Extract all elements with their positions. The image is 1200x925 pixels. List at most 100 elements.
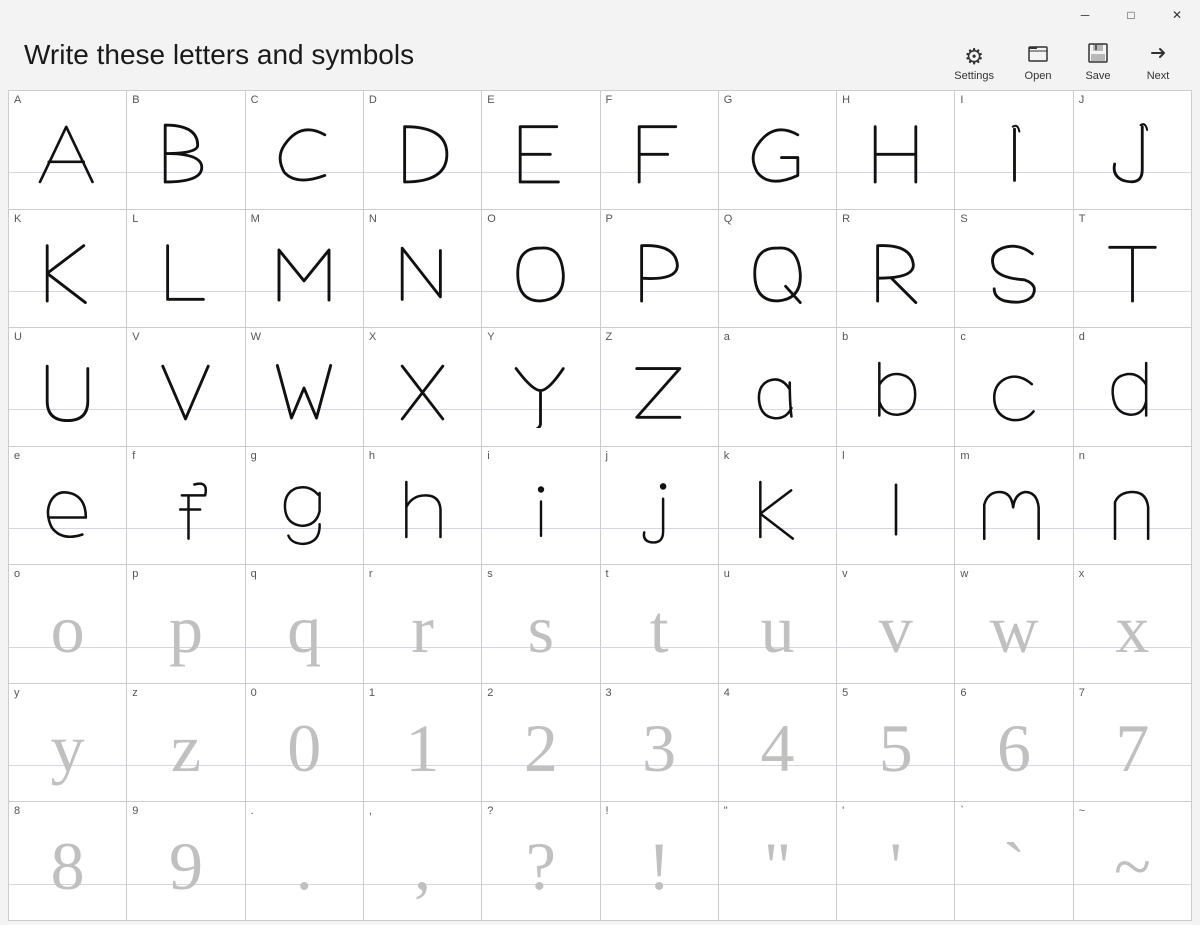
letter-cell-R[interactable]: R: [837, 210, 955, 329]
close-button[interactable]: ✕: [1154, 0, 1200, 30]
open-button[interactable]: Open: [1012, 38, 1064, 86]
letter-cell-Z[interactable]: Z: [601, 328, 719, 447]
cell-character: [364, 328, 481, 446]
letter-cell-V[interactable]: V: [127, 328, 245, 447]
letter-cell-J[interactable]: J: [1074, 91, 1192, 210]
letter-cell-m[interactable]: m: [955, 447, 1073, 566]
letter-cell-"[interactable]: "": [719, 802, 837, 921]
cell-guide-lines: [364, 565, 481, 683]
letter-cell-D[interactable]: D: [364, 91, 482, 210]
letter-cell-.[interactable]: ..: [246, 802, 364, 921]
letter-cell-p[interactable]: pp: [127, 565, 245, 684]
cell-character: z: [127, 684, 244, 802]
letter-cell-U[interactable]: U: [9, 328, 127, 447]
letter-cell-t[interactable]: tt: [601, 565, 719, 684]
letter-cell-l[interactable]: l: [837, 447, 955, 566]
settings-button[interactable]: ⚙ Settings: [944, 42, 1004, 86]
letter-cell-y[interactable]: yy: [9, 684, 127, 803]
cell-character: [127, 210, 244, 328]
cell-label: 5: [842, 687, 848, 699]
letter-cell-B[interactable]: B: [127, 91, 245, 210]
letter-cell-v[interactable]: vv: [837, 565, 955, 684]
letter-cell-0[interactable]: 00: [246, 684, 364, 803]
letter-cell-u[interactable]: uu: [719, 565, 837, 684]
letter-cell-7[interactable]: 77: [1074, 684, 1192, 803]
cell-character: u: [719, 565, 836, 683]
cell-guide-lines: [364, 684, 481, 802]
letter-cell-f[interactable]: f: [127, 447, 245, 566]
letter-cell-T[interactable]: T: [1074, 210, 1192, 329]
letter-cell-1[interactable]: 11: [364, 684, 482, 803]
letter-cell-4[interactable]: 44: [719, 684, 837, 803]
minimize-button[interactable]: ─: [1062, 0, 1108, 30]
letter-cell-L[interactable]: L: [127, 210, 245, 329]
cell-character: [1074, 447, 1191, 565]
letter-cell-d[interactable]: d: [1074, 328, 1192, 447]
letter-cell-k[interactable]: k: [719, 447, 837, 566]
letter-cell-g[interactable]: g: [246, 447, 364, 566]
letter-cell-5[interactable]: 55: [837, 684, 955, 803]
letter-cell-h[interactable]: h: [364, 447, 482, 566]
letter-cell-Q[interactable]: Q: [719, 210, 837, 329]
letter-cell-'[interactable]: '': [837, 802, 955, 921]
letter-cell-G[interactable]: G: [719, 91, 837, 210]
cell-character: [9, 328, 126, 446]
letter-cell-i[interactable]: i: [482, 447, 600, 566]
cell-guide-lines: [9, 328, 126, 446]
cell-character: [837, 328, 954, 446]
letter-cell-I[interactable]: I: [955, 91, 1073, 210]
letter-cell-s[interactable]: ss: [482, 565, 600, 684]
cell-character: [9, 210, 126, 328]
letter-cell-?[interactable]: ??: [482, 802, 600, 921]
letter-cell-A[interactable]: A: [9, 91, 127, 210]
letter-cell-F[interactable]: F: [601, 91, 719, 210]
letter-cell-r[interactable]: rr: [364, 565, 482, 684]
letter-cell-C[interactable]: C: [246, 91, 364, 210]
letter-cell-o[interactable]: oo: [9, 565, 127, 684]
letter-cell-H[interactable]: H: [837, 91, 955, 210]
cell-character: t: [601, 565, 718, 683]
letter-cell-X[interactable]: X: [364, 328, 482, 447]
cell-guide-lines: [127, 210, 244, 328]
letter-cell-x[interactable]: xx: [1074, 565, 1192, 684]
letter-cell-K[interactable]: K: [9, 210, 127, 329]
letter-cell-c[interactable]: c: [955, 328, 1073, 447]
letter-cell-2[interactable]: 22: [482, 684, 600, 803]
letter-cell-Y[interactable]: Y: [482, 328, 600, 447]
letter-cell-9[interactable]: 99: [127, 802, 245, 921]
letter-cell-,[interactable]: ,,: [364, 802, 482, 921]
cell-guide-lines: [482, 684, 599, 802]
letter-cell-N[interactable]: N: [364, 210, 482, 329]
letter-cell-8[interactable]: 88: [9, 802, 127, 921]
next-button[interactable]: Next: [1132, 38, 1184, 86]
letter-cell-n[interactable]: n: [1074, 447, 1192, 566]
letter-cell-z[interactable]: zz: [127, 684, 245, 803]
cell-character: [246, 328, 363, 446]
cell-character: [955, 447, 1072, 565]
letter-cell-![interactable]: !!: [601, 802, 719, 921]
cell-label: s: [487, 568, 493, 580]
header: Write these letters and symbols ⚙ Settin…: [0, 30, 1200, 90]
letter-cell-b[interactable]: b: [837, 328, 955, 447]
maximize-button[interactable]: □: [1108, 0, 1154, 30]
letter-cell-j[interactable]: j: [601, 447, 719, 566]
letter-cell-q[interactable]: qq: [246, 565, 364, 684]
save-button[interactable]: Save: [1072, 38, 1124, 86]
letter-cell-W[interactable]: W: [246, 328, 364, 447]
letter-cell-w[interactable]: ww: [955, 565, 1073, 684]
letter-cell-P[interactable]: P: [601, 210, 719, 329]
letter-cell-6[interactable]: 66: [955, 684, 1073, 803]
letter-cell-E[interactable]: E: [482, 91, 600, 210]
letter-cell-S[interactable]: S: [955, 210, 1073, 329]
letter-cell-M[interactable]: M: [246, 210, 364, 329]
letter-cell-e[interactable]: e: [9, 447, 127, 566]
cell-guide-lines: [601, 565, 718, 683]
letter-cell-`[interactable]: ``: [955, 802, 1073, 921]
letter-cell-~[interactable]: ~~: [1074, 802, 1192, 921]
letter-cell-O[interactable]: O: [482, 210, 600, 329]
cell-guide-lines: [601, 684, 718, 802]
letter-cell-3[interactable]: 33: [601, 684, 719, 803]
cell-character: [364, 91, 481, 209]
letter-cell-a[interactable]: a: [719, 328, 837, 447]
cell-guide-lines: [1074, 447, 1191, 565]
